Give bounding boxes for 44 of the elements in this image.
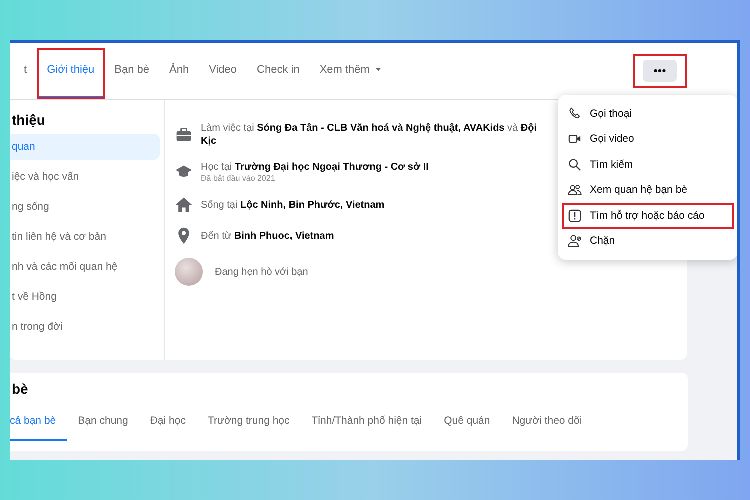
sidebar-item[interactable]: quan xyxy=(10,134,160,160)
menu-item[interactable]: Gọi thoại xyxy=(562,101,734,126)
section-title: bè xyxy=(12,381,30,397)
search-icon xyxy=(568,158,582,172)
profile-tab[interactable]: Ảnh xyxy=(160,43,200,99)
menu-item[interactable]: Tìm kiếm xyxy=(562,152,734,178)
profile-tab[interactable]: Xem thêm xyxy=(310,43,393,99)
more-icon xyxy=(654,69,666,73)
filter-tab[interactable]: Bạn chung xyxy=(67,409,140,441)
filter-tab[interactable]: Quê quán xyxy=(433,409,502,441)
filter-tab[interactable]: Người theo dõi xyxy=(501,409,594,441)
detail-note: Đã bắt đầu vào 2021 xyxy=(201,174,276,183)
profile-tab[interactable]: Video xyxy=(199,43,248,99)
sidebar-item[interactable]: nh và các mối quan hệ xyxy=(10,254,160,280)
detail-text: Đang hẹn hò với bạn xyxy=(215,266,308,278)
filter-tab[interactable]: cả bạn bè xyxy=(10,409,68,441)
menu-item[interactable]: Tìm hỗ trợ hoặc báo cáo xyxy=(562,203,734,228)
detail-text: Sống tại Lộc Ninh, Bin Phước, Vietnam xyxy=(201,198,385,212)
more-button[interactable] xyxy=(643,60,677,82)
profile-tab[interactable]: Bạn bè xyxy=(104,43,160,99)
sidebar-item[interactable]: iệc và học vấn xyxy=(10,164,160,190)
people-icon xyxy=(568,183,582,198)
person-block-icon xyxy=(568,234,582,248)
detail-text: Làm việc tại Sóng Đa Tân - CLB Văn hoá và Nghệ thuật, AVAKids và Đội Kịc xyxy=(201,122,538,148)
profile-tab[interactable]: Check in xyxy=(247,43,310,99)
section-title: thiệu xyxy=(11,112,46,128)
filter-tab[interactable]: Tỉnh/Thành phố hiện tại xyxy=(300,409,434,441)
sidebar-item[interactable]: ng sống xyxy=(10,194,160,220)
profile-tab[interactable]: t xyxy=(14,43,38,99)
exclamation-icon xyxy=(568,208,582,223)
menu-item[interactable]: Xem quan hệ bạn bè xyxy=(562,178,734,203)
house-icon xyxy=(175,196,193,214)
filter-tab[interactable]: Trường trung học xyxy=(196,409,301,441)
briefcase-icon xyxy=(175,126,193,144)
sidebar-item[interactable]: n trong đời xyxy=(10,314,160,340)
menu-item[interactable]: Chặn xyxy=(562,228,734,254)
sidebar-item[interactable]: t về Hồng xyxy=(10,284,160,310)
sidebar-item[interactable]: tin liên hệ và cơ bản xyxy=(10,224,160,250)
avatar xyxy=(175,258,203,286)
menu-item[interactable]: Gọi video xyxy=(562,126,734,152)
detail-text: Đến từ Binh Phuoc, Vietnam xyxy=(201,230,334,242)
detail-text: Học tại Trường Đại học Ngoại Thương - Cơ sở II xyxy=(201,161,429,174)
phone-icon xyxy=(568,106,582,121)
filter-tab[interactable]: Đại học xyxy=(139,409,197,441)
